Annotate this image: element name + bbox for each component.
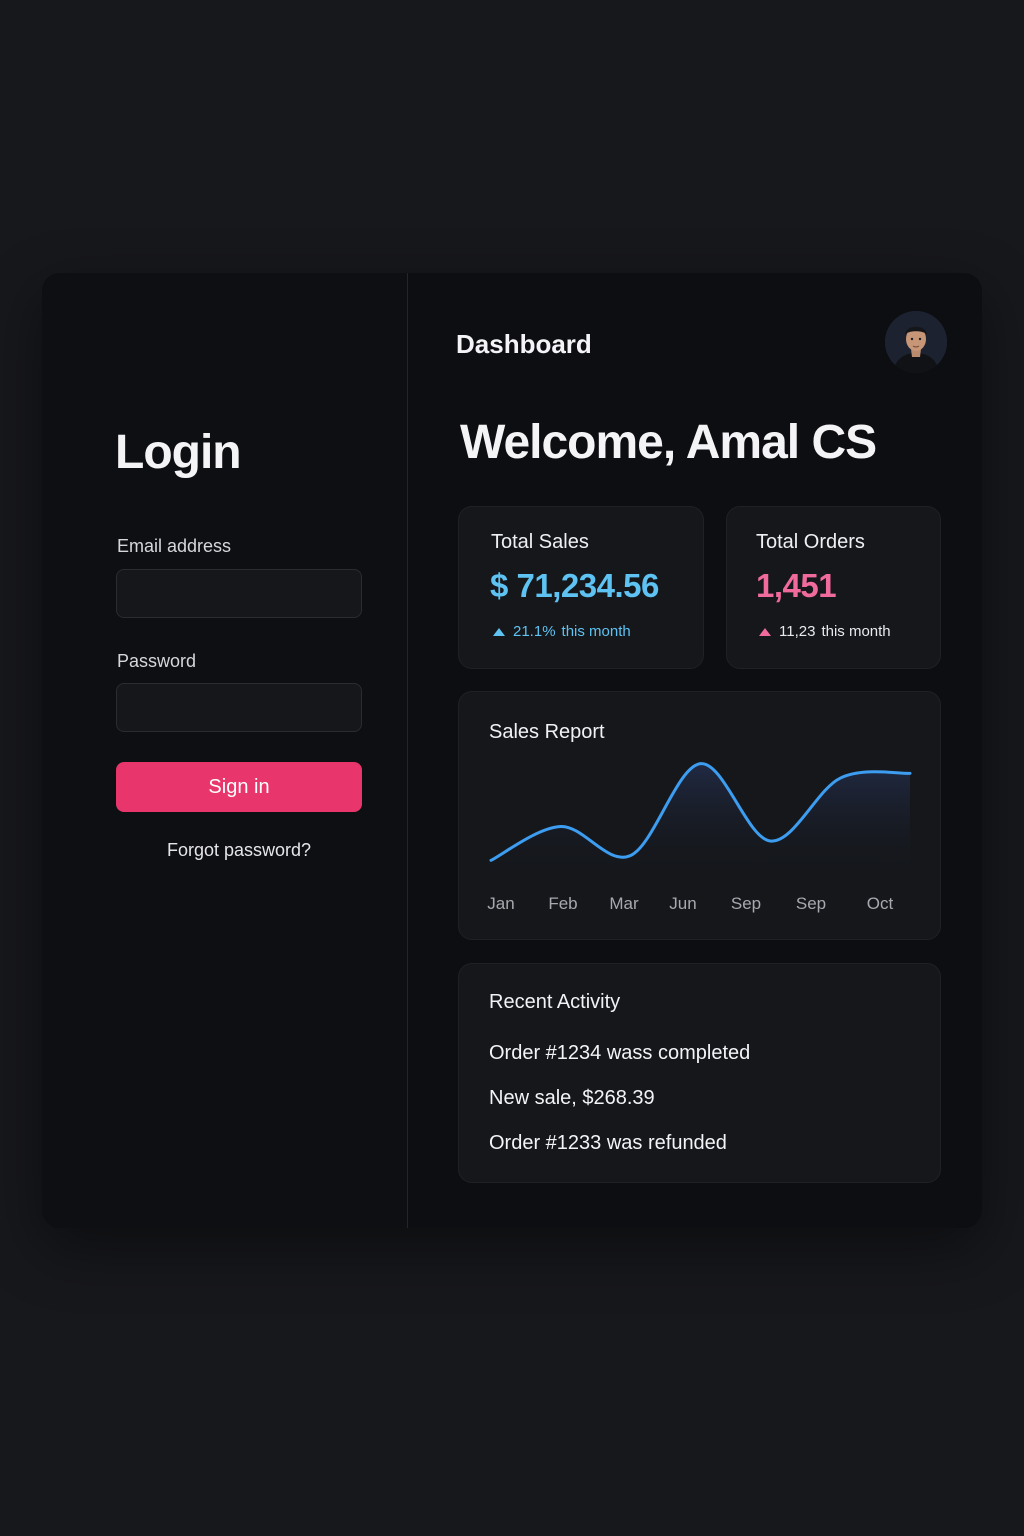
triangle-up-icon — [759, 627, 771, 636]
chart-area-fill — [491, 763, 910, 880]
x-tick-label: Jun — [669, 894, 696, 913]
x-tick-label: Feb — [548, 894, 577, 913]
recent-activity-title: Recent Activity — [489, 991, 621, 1013]
sign-in-button[interactable]: Sign in — [116, 762, 362, 812]
total-orders-change: 11,23 this month — [759, 623, 891, 640]
total-sales-change-period: this month — [561, 623, 631, 640]
total-sales-label: Total Sales — [491, 531, 589, 553]
total-sales-card: Total Sales $ 71,234.56 21.1% this month — [458, 506, 704, 669]
x-tick-label: Sep — [796, 894, 826, 913]
x-tick-label: Sep — [731, 894, 761, 913]
welcome-heading: Welcome, Amal CS — [460, 416, 877, 469]
x-tick-label: Jan — [487, 894, 514, 913]
recent-activity-card: Recent Activity Order #1234 wass complet… — [458, 963, 941, 1183]
email-field[interactable] — [116, 569, 362, 618]
sales-report-card: Jan Feb Mar Jun Sep Sep Oct Sales Report — [458, 691, 941, 940]
x-tick-label: Mar — [609, 894, 639, 913]
triangle-up-icon — [493, 627, 505, 636]
app-window: Login Email address Password Sign in For… — [42, 273, 982, 1228]
password-label: Password — [117, 651, 197, 671]
password-field[interactable] — [116, 683, 362, 732]
dashboard-panel: Dashboard Welcome, Amal CS Total Sales $… — [408, 273, 982, 1228]
activity-item: Order #1233 was refunded — [489, 1132, 727, 1154]
user-avatar[interactable] — [885, 311, 947, 373]
email-label: Email address — [117, 536, 232, 556]
total-orders-label: Total Orders — [756, 531, 865, 553]
login-panel: Login Email address Password Sign in For… — [42, 273, 408, 1228]
dashboard-title: Dashboard — [456, 329, 592, 359]
total-orders-card: Total Orders 1,451 11,23 this month — [726, 506, 941, 669]
activity-item: New sale, $268.39 — [489, 1087, 655, 1109]
total-orders-change-value: 11,23 — [779, 623, 816, 640]
total-sales-value: $ 71,234.56 — [490, 567, 659, 604]
forgot-password-link[interactable]: Forgot password? — [116, 840, 362, 861]
sales-report-title: Sales Report — [489, 721, 605, 743]
total-sales-change: 21.1% this month — [493, 623, 631, 640]
login-title: Login — [115, 426, 242, 479]
x-tick-label: Oct — [867, 894, 894, 913]
total-orders-change-period: this month — [821, 623, 891, 640]
total-sales-change-value: 21.1% — [513, 623, 556, 640]
activity-item: Order #1234 wass completed — [489, 1042, 751, 1064]
avatar-image — [885, 311, 947, 373]
total-orders-value: 1,451 — [756, 567, 837, 604]
